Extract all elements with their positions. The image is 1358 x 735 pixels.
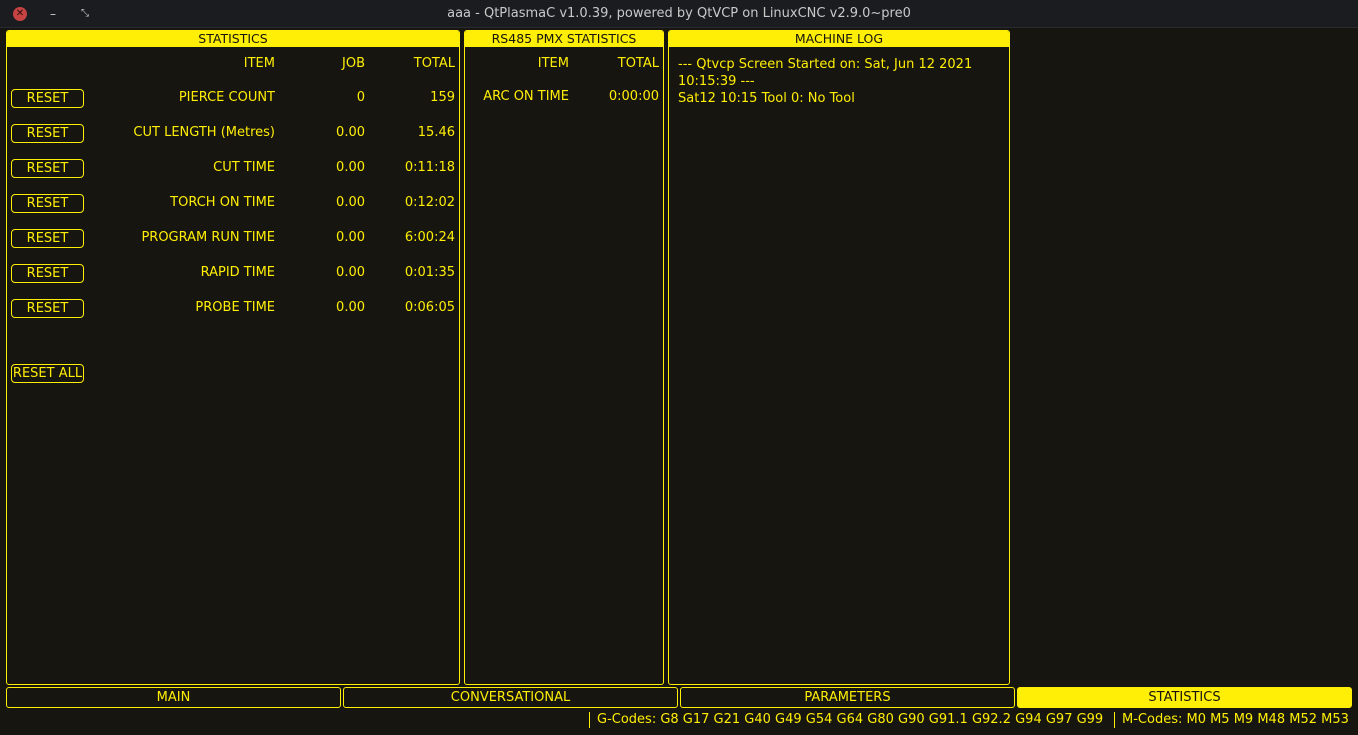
window-title: aaa - QtPlasmaC v1.0.39, powered by QtVC… xyxy=(447,6,911,21)
pmx-row-total: 0:00:00 xyxy=(608,89,659,104)
reset-button[interactable]: RESET xyxy=(11,299,84,318)
reset-button[interactable]: RESET xyxy=(11,159,84,178)
status-separator xyxy=(1114,712,1115,728)
statistics-row-job: 0.00 xyxy=(336,160,365,175)
pmx-row-item: ARC ON TIME xyxy=(483,89,569,104)
statistics-row-item: PROBE TIME xyxy=(195,300,275,315)
status-separator xyxy=(589,712,590,728)
status-bar: G-Codes: G8 G17 G21 G40 G49 G54 G64 G80 … xyxy=(0,709,1358,735)
statistics-row-job: 0.00 xyxy=(336,125,365,140)
statistics-panel: STATISTICS ITEM JOB TOTAL RESET PIERCE CO… xyxy=(6,30,460,685)
reset-button[interactable]: RESET xyxy=(11,194,84,213)
statistics-row-item: CUT LENGTH (Metres) xyxy=(133,125,275,140)
statistics-row-total: 6:00:24 xyxy=(404,230,455,245)
tab-main[interactable]: MAIN xyxy=(6,687,341,708)
reset-button[interactable]: RESET xyxy=(11,89,84,108)
statistics-row-item: CUT TIME xyxy=(213,160,275,175)
window-titlebar: ✕ – ⤡ aaa - QtPlasmaC v1.0.39, powered b… xyxy=(0,0,1358,28)
statistics-row-item: PIERCE COUNT xyxy=(178,90,275,105)
pmx-col-total: TOTAL xyxy=(617,56,659,71)
statistics-row-total: 0:11:18 xyxy=(404,160,455,175)
machine-log-panel: MACHINE LOG --- Qtvcp Screen Started on:… xyxy=(668,30,1010,685)
statistics-row-item: TORCH ON TIME xyxy=(170,195,275,210)
statistics-row-total: 159 xyxy=(430,90,455,105)
log-line: --- Qtvcp Screen Started on: Sat, Jun 12… xyxy=(678,57,973,72)
mcodes-status: M-Codes: M0 M5 M9 M48 M52 M53 xyxy=(1122,712,1349,727)
log-line: 10:15:39 --- xyxy=(678,74,755,89)
reset-all-button[interactable]: RESET ALL xyxy=(11,364,84,383)
machine-log-text[interactable]: --- Qtvcp Screen Started on: Sat, Jun 12… xyxy=(678,56,972,107)
statistics-row-job: 0.00 xyxy=(336,300,365,315)
log-line: Sat12 10:15 Tool 0: No Tool xyxy=(678,91,855,106)
statistics-col-job: JOB xyxy=(342,56,365,71)
statistics-row-job: 0.00 xyxy=(336,195,365,210)
reset-button[interactable]: RESET xyxy=(11,124,84,143)
statistics-header: STATISTICS xyxy=(7,31,459,47)
statistics-col-item: ITEM xyxy=(243,56,275,71)
statistics-row-job: 0.00 xyxy=(336,265,365,280)
pmx-col-item: ITEM xyxy=(537,56,569,71)
reset-button[interactable]: RESET xyxy=(11,229,84,248)
statistics-row-total: 15.46 xyxy=(417,125,455,140)
statistics-row-job: 0.00 xyxy=(336,230,365,245)
statistics-row-item: RAPID TIME xyxy=(200,265,275,280)
machine-log-header: MACHINE LOG xyxy=(669,31,1009,47)
tab-conversational[interactable]: CONVERSATIONAL xyxy=(343,687,678,708)
tab-statistics[interactable]: STATISTICS xyxy=(1017,687,1352,708)
main-tab-bar: MAIN CONVERSATIONAL PARAMETERS STATISTIC… xyxy=(6,687,1352,708)
statistics-row-total: 0:06:05 xyxy=(404,300,455,315)
gcodes-status: G-Codes: G8 G17 G21 G40 G49 G54 G64 G80 … xyxy=(597,712,1104,727)
pmx-statistics-header: RS485 PMX STATISTICS xyxy=(465,31,663,47)
statistics-col-total: TOTAL xyxy=(413,56,455,71)
reset-button[interactable]: RESET xyxy=(11,264,84,283)
statistics-row-total: 0:12:02 xyxy=(404,195,455,210)
statistics-row-job: 0 xyxy=(356,90,365,105)
statistics-row-total: 0:01:35 xyxy=(404,265,455,280)
tab-parameters[interactable]: PARAMETERS xyxy=(680,687,1015,708)
statistics-row-item: PROGRAM RUN TIME xyxy=(141,230,275,245)
pmx-statistics-panel: RS485 PMX STATISTICS ITEM TOTAL ARC ON T… xyxy=(464,30,664,685)
